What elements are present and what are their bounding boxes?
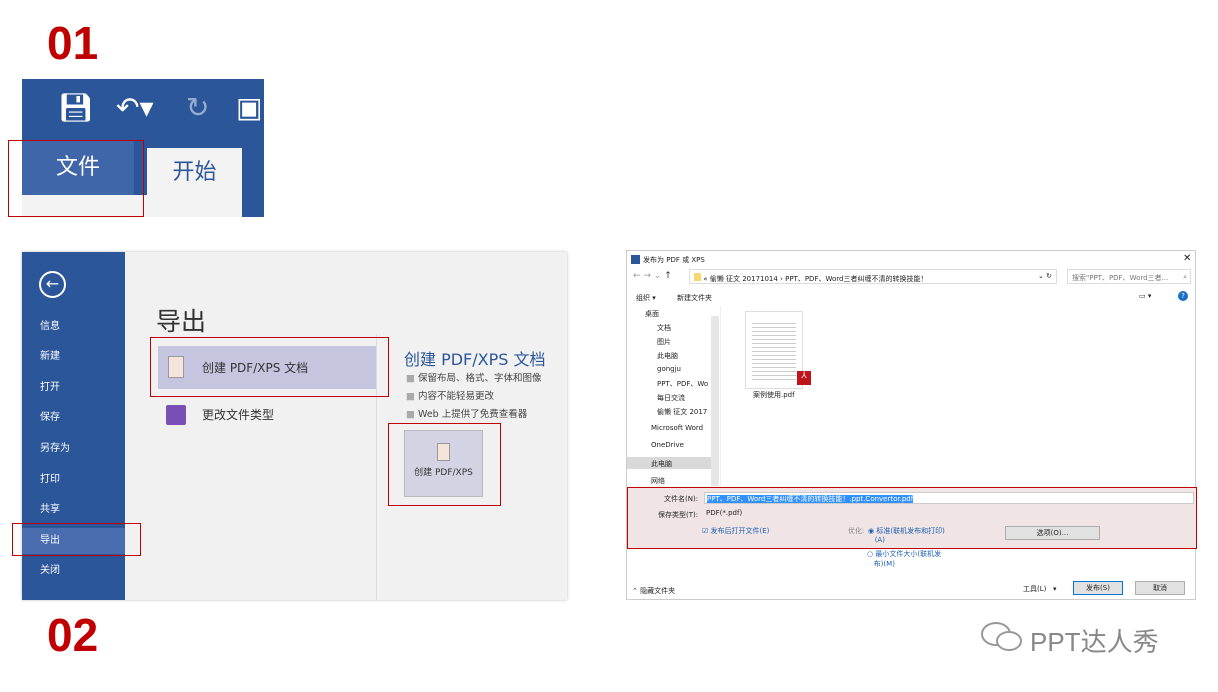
optimize-label: 优化:: [848, 527, 865, 535]
detail-bullets: ■ 保留布局、格式、字体和图像 ■ 内容不能轻易更改 ■ Web 上提供了免费查…: [406, 370, 542, 424]
highlight-box-export: [12, 523, 141, 556]
organize-menu[interactable]: 组织 ▾: [636, 293, 656, 303]
wechat-logo-icon: [980, 620, 1024, 654]
touch-mode-icon[interactable]: ▣: [236, 91, 262, 124]
nav-item[interactable]: 网络: [651, 476, 665, 486]
cancel-button[interactable]: 取消: [1135, 581, 1185, 595]
filename-input[interactable]: PPT、PDF、Word三者纠缠不清的转换技能！.ppt.Convertor.p…: [704, 492, 1194, 504]
save-options-highlight: 文件名(N): PPT、PDF、Word三者纠缠不清的转换技能！.ppt.Con…: [627, 487, 1197, 549]
tools-menu[interactable]: 工具(L) ▾: [1023, 584, 1057, 594]
nav-item[interactable]: Microsoft Word: [651, 424, 703, 432]
nav-close[interactable]: 关闭: [40, 561, 60, 576]
step-number-01: 01: [47, 17, 99, 69]
nav-save[interactable]: 保存: [40, 408, 60, 423]
nav-info[interactable]: 信息: [40, 317, 60, 332]
new-folder-button[interactable]: 新建文件夹: [677, 293, 712, 303]
nav-item[interactable]: OneDrive: [651, 441, 684, 449]
search-input[interactable]: 搜索"PPT、PDF、Word三者... ⌕: [1067, 269, 1191, 284]
page-title: 导出: [156, 307, 207, 336]
watermark-text: PPT达人秀: [1030, 627, 1159, 657]
publish-button[interactable]: 发布(S): [1073, 581, 1123, 595]
nav-item[interactable]: 此电脑: [651, 459, 672, 469]
nav-item[interactable]: gongju: [657, 365, 681, 373]
open-after-checkbox[interactable]: ☑ 发布后打开文件(E): [702, 526, 769, 536]
navigation-pane: 桌面 文档 图片 此电脑 gongju PPT、PDF、Wo 每日交流 偷懒 征…: [627, 306, 721, 486]
bullet-item: ■ Web 上提供了免费查看器: [406, 409, 528, 420]
save-icon[interactable]: 💾︎: [58, 91, 94, 124]
nav-scrollbar[interactable]: [711, 316, 719, 486]
help-icon[interactable]: ?: [1178, 291, 1188, 301]
bullet-item: ■ 保留布局、格式、字体和图像: [406, 373, 542, 384]
redo-icon[interactable]: ↻: [186, 91, 209, 124]
step-number-02: 02: [47, 609, 99, 661]
nav-new[interactable]: 新建: [40, 347, 60, 362]
nav-item[interactable]: PPT、PDF、Wo: [657, 379, 708, 389]
file-name-label[interactable]: 案例使用.pdf: [753, 390, 795, 400]
radio-standard[interactable]: ◉ 标准(联机发布和打印) (A): [868, 526, 945, 544]
nav-item[interactable]: 桌面: [645, 309, 659, 319]
nav-item[interactable]: 此电脑: [657, 351, 678, 361]
nav-print[interactable]: 打印: [40, 470, 60, 485]
folder-icon: [694, 273, 701, 281]
nav-item[interactable]: 偷懒 征文 2017: [657, 407, 707, 417]
close-icon[interactable]: ✕: [1183, 253, 1191, 264]
nav-open[interactable]: 打开: [40, 378, 60, 393]
highlight-box-file: [8, 140, 144, 217]
nav-item[interactable]: 每日交流: [657, 393, 685, 403]
radio-minimum[interactable]: ○ 最小文件大小(联机发 布)(M): [867, 549, 941, 569]
highlight-box-option: [150, 337, 389, 397]
highlight-box-create-button: [388, 423, 501, 506]
address-bar[interactable]: « 偷懒 征文 20171014 › PPT、PDF、Word三者纠缠不清的转换…: [689, 269, 1057, 284]
undo-icon[interactable]: ↶▾: [116, 91, 154, 124]
search-icon: ⌕: [1183, 273, 1187, 281]
publish-pdf-dialog: 发布为 PDF 或 XPS ✕ ← → ⌄ ↑ « 偷懒 征文 20171014…: [626, 250, 1197, 600]
nav-share[interactable]: 共享: [40, 500, 60, 515]
word-icon: [631, 255, 640, 264]
pdf-file-thumbnail[interactable]: [745, 311, 803, 389]
file-type-select[interactable]: PDF(*.pdf): [704, 508, 1194, 520]
nav-save-as[interactable]: 另存为: [40, 439, 70, 454]
filename-label: 文件名(N):: [664, 495, 699, 503]
detail-title: 创建 PDF/XPS 文档: [404, 350, 546, 369]
option-change-file-type[interactable]: 更改文件类型: [158, 402, 376, 428]
options-button[interactable]: 选项(O)...: [1005, 526, 1100, 540]
nav-item[interactable]: 图片: [657, 337, 671, 347]
back-arrow-icon[interactable]: ←: [39, 271, 66, 298]
save-as-type-icon: [166, 405, 186, 425]
type-label: 保存类型(T):: [658, 511, 699, 519]
dialog-title: 发布为 PDF 或 XPS: [643, 256, 705, 264]
back-forward-icons[interactable]: ← → ⌄ ↑: [633, 271, 672, 281]
bullet-item: ■ 内容不能轻易更改: [406, 391, 495, 402]
hide-folders-toggle[interactable]: ⌃ 隐藏文件夹: [632, 586, 675, 596]
acrobat-icon: ⅄: [797, 371, 811, 385]
view-options-icon[interactable]: ▭ ▾: [1139, 292, 1151, 300]
tab-home[interactable]: 开始: [147, 148, 242, 217]
nav-item[interactable]: 文档: [657, 323, 671, 333]
